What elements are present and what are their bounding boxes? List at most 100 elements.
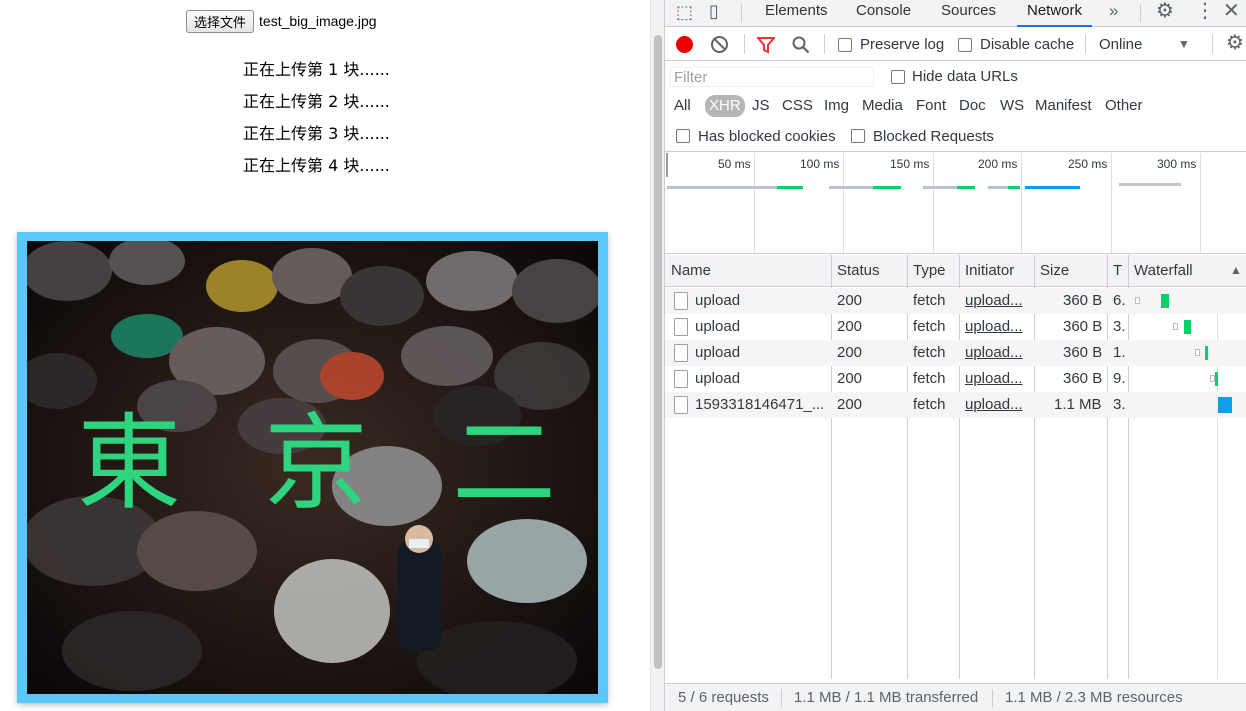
waterfall-queue bbox=[1195, 349, 1200, 356]
uploaded-image-preview: 東 京 二 bbox=[27, 241, 598, 694]
row-status: 200 bbox=[837, 318, 863, 335]
row-name[interactable]: upload bbox=[695, 370, 740, 387]
divider bbox=[1212, 34, 1213, 54]
choose-file-button[interactable]: 选择文件 bbox=[186, 9, 255, 33]
type-filter-media[interactable]: Media bbox=[858, 95, 907, 117]
settings-gear-icon[interactable]: ⚙ bbox=[1156, 1, 1174, 21]
clear-icon[interactable] bbox=[711, 36, 728, 53]
type-filter-other[interactable]: Other bbox=[1101, 95, 1147, 117]
overview-bar bbox=[777, 186, 803, 189]
requests-table-header: Name Status Type Initiator Size T Waterf… bbox=[665, 255, 1246, 287]
row-name[interactable]: upload bbox=[695, 292, 740, 309]
document-icon bbox=[674, 344, 688, 362]
record-icon[interactable] bbox=[676, 36, 693, 53]
more-options-icon[interactable]: ⋮ bbox=[1195, 1, 1215, 21]
row-status: 200 bbox=[837, 344, 863, 361]
column-header-name[interactable]: Name bbox=[671, 262, 711, 279]
page-scrollbar[interactable] bbox=[650, 0, 664, 711]
overview-bar bbox=[988, 186, 1008, 189]
blocked-requests-checkbox[interactable] bbox=[851, 129, 865, 143]
network-overview[interactable]: 50 ms 100 ms 150 ms 200 ms 250 ms 300 ms bbox=[665, 153, 1246, 254]
table-row[interactable]: upload 200 fetch upload... 360 B 9. bbox=[665, 366, 1246, 392]
hide-data-urls-checkbox[interactable] bbox=[891, 70, 905, 84]
preserve-log-checkbox[interactable] bbox=[838, 38, 852, 52]
document-icon bbox=[674, 292, 688, 310]
waterfall-bar bbox=[1161, 294, 1169, 308]
chevron-double-right-icon[interactable]: » bbox=[1109, 2, 1118, 19]
overview-bar bbox=[829, 186, 873, 189]
filter-bar: Filter Hide data URLs All XHR JS CSS Img… bbox=[665, 62, 1246, 152]
type-filter-img[interactable]: Img bbox=[820, 95, 853, 117]
network-settings-gear-icon[interactable]: ⚙ bbox=[1226, 33, 1244, 53]
type-filter-ws[interactable]: WS bbox=[996, 95, 1028, 117]
chevron-down-icon[interactable]: ▼ bbox=[1178, 38, 1190, 50]
waterfall-bar bbox=[1218, 397, 1232, 413]
filter-icon[interactable] bbox=[757, 36, 775, 54]
type-filter-xhr[interactable]: XHR bbox=[705, 95, 745, 117]
row-time: 1. bbox=[1113, 344, 1126, 361]
preserve-log-label: Preserve log bbox=[860, 36, 945, 53]
row-initiator-link[interactable]: upload... bbox=[965, 292, 1023, 309]
tab-sources[interactable]: Sources bbox=[941, 0, 996, 27]
page-scrollbar-thumb[interactable] bbox=[654, 35, 662, 669]
table-row[interactable]: 1593318146471_... 200 fetch upload... 1.… bbox=[665, 392, 1246, 418]
tab-elements[interactable]: Elements bbox=[765, 0, 828, 27]
column-header-time[interactable]: T bbox=[1113, 262, 1122, 279]
column-header-size[interactable]: Size bbox=[1040, 262, 1069, 279]
row-name[interactable]: upload bbox=[695, 318, 740, 335]
type-filter-doc[interactable]: Doc bbox=[955, 95, 990, 117]
document-icon bbox=[674, 370, 688, 388]
row-initiator-link[interactable]: upload... bbox=[965, 370, 1023, 387]
row-type: fetch bbox=[913, 292, 946, 309]
disable-cache-label: Disable cache bbox=[980, 36, 1075, 53]
type-filter-js[interactable]: JS bbox=[748, 95, 774, 117]
type-filter-font[interactable]: Font bbox=[912, 95, 950, 117]
type-filter-css[interactable]: CSS bbox=[778, 95, 817, 117]
inspect-element-icon[interactable]: ⬚ bbox=[676, 3, 693, 21]
overview-tick-label: 50 ms bbox=[718, 157, 751, 171]
overview-start-marker bbox=[666, 153, 668, 177]
column-header-status[interactable]: Status bbox=[837, 262, 880, 279]
filter-input[interactable]: Filter bbox=[669, 66, 875, 88]
column-header-waterfall[interactable]: Waterfall bbox=[1134, 262, 1193, 279]
upload-log-line: 正在上传第 3 块...... bbox=[243, 124, 390, 143]
image-preview-frame: 東 京 二 bbox=[17, 232, 608, 703]
row-name[interactable]: 1593318146471_... bbox=[695, 396, 824, 413]
overview-tick-label: 150 ms bbox=[890, 157, 930, 171]
row-initiator-link[interactable]: upload... bbox=[965, 318, 1023, 335]
type-filter-manifest[interactable]: Manifest bbox=[1031, 95, 1096, 117]
network-toolbar: Preserve log Disable cache Online ▼ ⚙ bbox=[665, 28, 1246, 61]
table-row[interactable]: upload 200 fetch upload... 360 B 6. bbox=[665, 288, 1246, 314]
tab-network[interactable]: Network bbox=[1016, 0, 1093, 27]
row-size: 360 B bbox=[1063, 318, 1103, 335]
table-row[interactable]: upload 200 fetch upload... 360 B 3. bbox=[665, 314, 1246, 340]
type-filter-all[interactable]: All bbox=[670, 95, 695, 117]
column-header-initiator[interactable]: Initiator bbox=[965, 262, 1014, 279]
device-toolbar-icon[interactable]: ▯ bbox=[709, 2, 719, 20]
resources-size: 1.1 MB / 2.3 MB resources bbox=[1005, 689, 1183, 706]
blocked-requests-label: Blocked Requests bbox=[873, 128, 994, 145]
sort-ascending-icon[interactable]: ▲ bbox=[1230, 264, 1242, 276]
row-type: fetch bbox=[913, 318, 946, 335]
overview-bar bbox=[1008, 186, 1020, 189]
devtools-panel: ⬚ ▯ Elements Console Sources Network » ⚙… bbox=[664, 0, 1246, 711]
hide-data-urls-label: Hide data URLs bbox=[912, 68, 1018, 85]
tab-console[interactable]: Console bbox=[856, 0, 911, 27]
divider bbox=[824, 34, 825, 54]
waterfall-queue bbox=[1135, 297, 1140, 304]
search-icon[interactable] bbox=[792, 36, 810, 54]
has-blocked-cookies-checkbox[interactable] bbox=[676, 129, 690, 143]
overview-bar bbox=[1025, 186, 1080, 189]
divider bbox=[1085, 34, 1086, 54]
disable-cache-checkbox[interactable] bbox=[958, 38, 972, 52]
table-row[interactable]: upload 200 fetch upload... 360 B 1. bbox=[665, 340, 1246, 366]
row-time: 3. bbox=[1113, 396, 1126, 413]
column-header-type[interactable]: Type bbox=[913, 262, 946, 279]
request-count: 5 / 6 requests bbox=[678, 689, 769, 706]
close-icon[interactable]: ✕ bbox=[1223, 1, 1240, 21]
row-initiator-link[interactable]: upload... bbox=[965, 344, 1023, 361]
row-initiator-link[interactable]: upload... bbox=[965, 396, 1023, 413]
document-icon bbox=[674, 318, 688, 336]
throttling-select[interactable]: Online bbox=[1099, 36, 1142, 53]
row-name[interactable]: upload bbox=[695, 344, 740, 361]
